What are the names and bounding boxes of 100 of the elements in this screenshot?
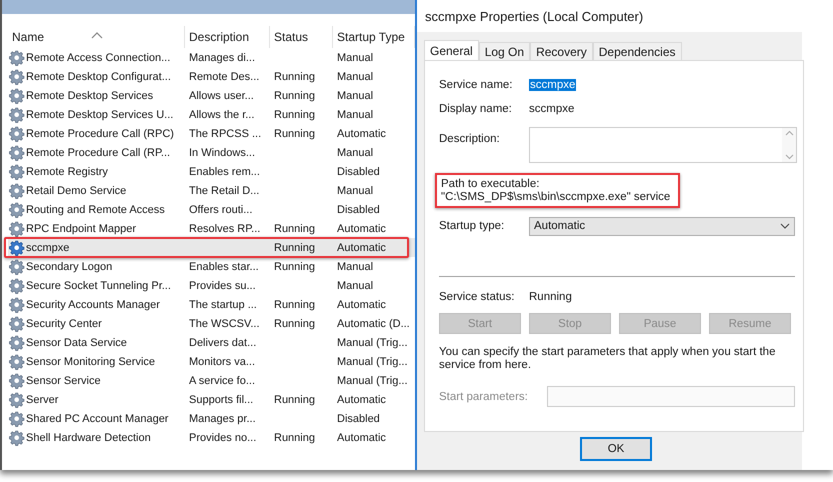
gear-icon [9,50,25,66]
service-name: Remote Desktop Services [26,90,154,102]
service-row[interactable]: Remote Registry Enables rem... Disabled [8,162,415,181]
service-name: Server [26,394,58,406]
service-row[interactable]: Remote Desktop Services Allows user... Running Manual [8,86,415,105]
column-header[interactable]: Status [270,26,333,48]
service-row[interactable]: Routing and Remote Access Offers routi... Disabled [8,200,415,219]
column-header[interactable]: Name [8,26,185,48]
service-description: In Windows... [189,146,256,158]
gear-icon [9,372,25,388]
startup-type: Manual (Trig... [337,374,408,386]
service-name: Shell Hardware Detection [26,432,151,444]
field-label: Start parameters: [439,390,529,402]
service-row[interactable]: Remote Procedure Call (RP... In Windows... Manual [8,143,415,162]
service-row[interactable]: Shell Hardware Detection Provides no... Running Automatic [8,428,415,447]
service-row[interactable]: Security Center The WSCSV... Running Automatic (D... [8,314,415,333]
service-status: Running [274,394,315,406]
scroll-down-icon[interactable] [784,154,794,160]
service-name: Security Accounts Manager [26,298,160,310]
startup-type-dropdown[interactable]: Automatic [529,216,795,236]
field-label: Display name: [439,103,513,115]
service-row[interactable]: Sensor Data Service Delivers dat... Manual (Trig... [8,333,415,352]
service-status: Running [274,128,315,140]
service-description: A service fo... [189,374,256,386]
gear-icon [9,106,25,122]
service-description: Delivers dat... [189,336,256,348]
service-name: Sensor Data Service [26,336,127,348]
service-description: Allows the r... [189,108,254,120]
service-description: The WSCSV... [189,318,260,330]
service-status: Running [274,298,315,310]
gear-icon [9,144,25,160]
chevron-down-icon [780,223,790,229]
service-description: Monitors va... [189,356,256,368]
gear-icon [9,126,25,142]
service-row[interactable]: Remote Procedure Call (RPC) The RPCSS ... Running Automatic [8,124,415,143]
startup-type: Manual [337,52,374,64]
service-status: Running [274,432,315,444]
tab[interactable]: Log On [478,42,530,60]
gear-icon [9,182,25,198]
service-description: Offers routi... [189,204,252,216]
tab[interactable]: Recovery [530,42,593,60]
service-row[interactable]: RPC Endpoint Mapper Resolves RP... Running Automatic [8,219,415,238]
service-row[interactable]: Secure Socket Tunneling Pr... Provides su... Manual [8,276,415,295]
startup-type: Manual [337,146,374,158]
service-status-value: Running [529,291,572,303]
service-status: Running [274,242,315,254]
start-parameters-field[interactable] [547,386,795,407]
gear-icon [9,296,25,312]
gear-icon [9,164,25,180]
gear-icon [9,316,25,332]
service-description: Enables star... [189,260,259,272]
service-name: Sensor Service [26,374,101,386]
startup-type: Disabled [337,166,380,178]
service-status: Running [274,222,315,234]
tab[interactable]: Dependencies [592,42,682,60]
gear-icon [9,392,25,408]
startup-type: Disabled [337,412,380,424]
sort-caret-icon [91,31,103,39]
column-header[interactable]: Description [185,26,270,48]
service-row[interactable]: Remote Access Connection... Manages di... Manual [8,48,415,67]
startup-type: Manual [337,260,374,272]
scroll-up-icon[interactable] [784,130,794,136]
service-name-value[interactable]: sccmpxe [529,79,576,91]
service-name: Remote Procedure Call (RP... [26,146,170,158]
gear-icon [9,334,25,350]
service-row[interactable]: Sensor Monitoring Service Monitors va... Manual (Trig... [8,352,415,371]
service-row[interactable]: Sensor Service A service fo... Manual (Trig... [8,371,415,390]
tab[interactable]: General [424,40,479,60]
ok-button[interactable]: OK [580,437,652,461]
service-row[interactable]: Security Accounts Manager The startup ... Running Automatic [8,295,415,314]
path-label: Path to executable: [441,178,540,190]
startup-type: Automatic [337,242,386,254]
startup-type: Manual (Trig... [337,356,408,368]
startup-type: Automatic [337,432,386,444]
service-row[interactable]: Retail Demo Service The Retail D... Manual [8,181,415,200]
service-row[interactable]: Server Supports fil... Running Automatic [8,390,415,409]
path-value: "C:\SMS_DP$\sms\bin\sccmpxe.exe" service [441,191,670,203]
service-name: Retail Demo Service [26,184,126,196]
startup-type: Manual [337,280,374,292]
service-status: Running [274,108,315,120]
service-description: Enables rem... [189,166,260,178]
gear-icon [9,88,25,104]
service-name: Routing and Remote Access [26,204,165,216]
field-label: Service name: [439,79,514,91]
field-label: Description: [439,133,501,145]
service-description: The RPCSS ... [189,128,262,140]
service-row[interactable]: Shared PC Account Manager Manages pr... Disabled [8,409,415,428]
service-name: Remote Procedure Call (RPC) [26,128,174,140]
service-description: Provides no... [189,432,256,444]
service-row[interactable]: Secondary Logon Enables star... Running Manual [8,257,415,276]
service-name: RPC Endpoint Mapper [26,222,136,234]
service-row[interactable]: Remote Desktop Configurat... Remote Des... Running Manual [8,67,415,86]
gear-icon [9,220,25,236]
description-field[interactable] [529,127,797,163]
gear-icon [9,68,25,84]
startup-type: Disabled [337,204,380,216]
service-name: Secondary Logon [26,260,112,272]
field-label: Startup type: [439,220,506,232]
service-status: Running [274,260,315,272]
service-row[interactable]: Remote Desktop Services U... Allows the r... Running Manual [8,105,415,124]
